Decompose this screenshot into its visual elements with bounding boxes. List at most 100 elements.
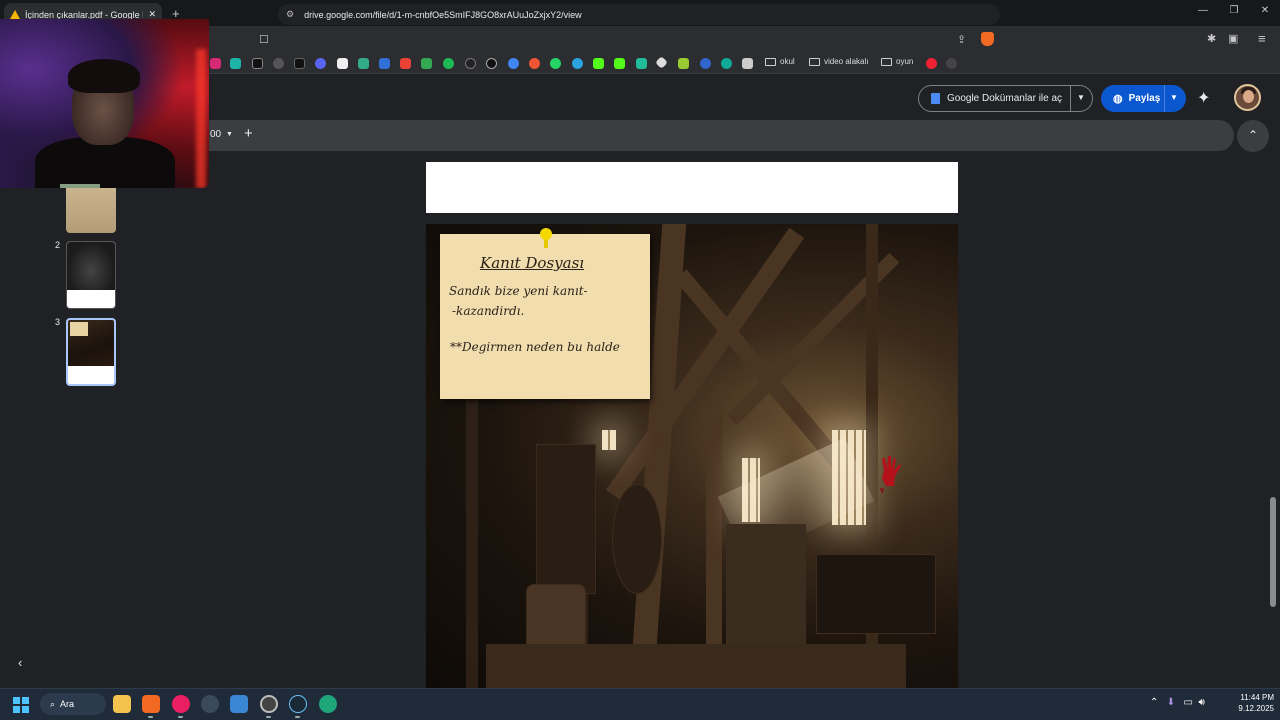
obs-icon[interactable] bbox=[260, 695, 278, 713]
avatar[interactable] bbox=[1234, 84, 1261, 111]
note-text: -kazandirdı. bbox=[452, 304, 525, 318]
bookmark-icon[interactable] bbox=[358, 58, 369, 69]
sidebar-icon[interactable]: ▣ bbox=[1228, 32, 1238, 45]
globe-icon: ◍ bbox=[1113, 93, 1123, 105]
open-with-docs-label: Google Dokümanlar ile aç bbox=[947, 93, 1063, 104]
edge-icon[interactable] bbox=[319, 695, 337, 713]
tiktok-icon[interactable] bbox=[294, 58, 305, 69]
gemini-icon[interactable]: ✦ bbox=[1197, 88, 1210, 108]
bookmark-icon[interactable] bbox=[946, 58, 957, 69]
tab-title: İçinden çıkanlar.pdf - Google Dr bbox=[25, 9, 144, 20]
photos-icon[interactable] bbox=[230, 695, 248, 713]
file-explorer-icon[interactable] bbox=[113, 695, 131, 713]
bookmark-icon[interactable] bbox=[926, 58, 937, 69]
site-info-icon[interactable]: ⚙ bbox=[286, 9, 294, 20]
github-icon[interactable] bbox=[486, 58, 497, 69]
media-player-icon[interactable] bbox=[172, 695, 190, 713]
bookmark-icon[interactable] bbox=[636, 58, 647, 69]
taskbar bbox=[0, 688, 1280, 720]
bookmark-folder-video-alakali[interactable]: video alakalı bbox=[809, 57, 868, 66]
windows-start-icon[interactable] bbox=[13, 697, 29, 713]
chevron-down-icon[interactable]: ▼ bbox=[1170, 93, 1178, 102]
menu-icon[interactable]: ≡ bbox=[1258, 31, 1266, 46]
capcut-icon[interactable] bbox=[337, 58, 348, 69]
search-icon: ⌕ bbox=[50, 698, 56, 709]
bookmark-folder-okul[interactable]: okul bbox=[765, 57, 795, 66]
thumbnail-number: 2 bbox=[55, 240, 61, 250]
bookmark-icon[interactable] bbox=[678, 58, 689, 69]
bookmark-icon[interactable] bbox=[508, 58, 519, 69]
discord-icon[interactable] bbox=[315, 58, 326, 69]
x-icon[interactable] bbox=[252, 58, 263, 69]
whatsapp-icon[interactable] bbox=[550, 58, 561, 69]
scrollbar[interactable] bbox=[1270, 497, 1276, 607]
maximize-button[interactable]: ❐ bbox=[1226, 5, 1242, 16]
folder-icon bbox=[881, 57, 892, 66]
pdf-toolbar bbox=[190, 120, 1234, 151]
bookmark-icon[interactable] bbox=[529, 58, 540, 69]
omnibox[interactable]: ⚙ drive.google.com/file/d/1-m-cnbfOe5SmI… bbox=[278, 4, 1000, 25]
page-thumbnail-1[interactable] bbox=[66, 187, 116, 233]
minimize-button[interactable]: — bbox=[1195, 5, 1211, 16]
brave-shield-icon[interactable] bbox=[981, 32, 994, 46]
taskbar-search[interactable]: ⌕ Ara bbox=[40, 693, 106, 715]
camera-app-icon[interactable] bbox=[201, 695, 219, 713]
zoom-value[interactable]: 00 bbox=[210, 129, 221, 140]
share-label: Paylaş bbox=[1128, 93, 1161, 104]
folder-icon bbox=[765, 57, 776, 66]
display-icon[interactable]: ▭ bbox=[1183, 697, 1192, 708]
clock-time: 11:44 PM bbox=[1240, 693, 1274, 702]
vpn-icon[interactable]: ⬇ bbox=[1167, 697, 1175, 708]
taskbar-clock[interactable]: 11:44 PM 9.12.2025 bbox=[1228, 692, 1274, 714]
zoom-dropdown-icon[interactable]: ▼ bbox=[226, 131, 233, 138]
thumbnail-number: 3 bbox=[55, 317, 61, 327]
google-drive-icon[interactable] bbox=[421, 58, 432, 69]
bookmark-star-icon[interactable]: ☐ bbox=[259, 33, 269, 46]
steam-icon[interactable] bbox=[289, 695, 307, 713]
bookmark-icon[interactable] bbox=[379, 58, 390, 69]
url-text[interactable]: drive.google.com/file/d/1-m-cnbfOe5SmIFJ… bbox=[304, 10, 582, 20]
clock-date: 9.12.2025 bbox=[1238, 704, 1274, 713]
bookmark-icon[interactable] bbox=[700, 58, 711, 69]
evidence-note: Kanıt Dosyası Sandık bize yeni kanıt- -k… bbox=[440, 234, 650, 399]
bookmark-icon[interactable] bbox=[721, 58, 732, 69]
active-indicator bbox=[148, 716, 153, 718]
zoom-in-button[interactable]: + bbox=[244, 125, 253, 142]
open-with-docs-button[interactable]: Google Dokümanlar ile aç ▼ bbox=[918, 85, 1093, 112]
bloody-handprint bbox=[880, 456, 901, 494]
telegram-icon[interactable] bbox=[572, 58, 583, 69]
webcam-overlay bbox=[0, 19, 209, 188]
collapse-toolbar-button[interactable]: ⌃ bbox=[1237, 120, 1269, 152]
divider bbox=[1070, 86, 1071, 111]
google-drive-icon bbox=[10, 10, 20, 19]
volume-icon[interactable]: 🔊︎ bbox=[1198, 697, 1204, 708]
bookmark-icon[interactable] bbox=[742, 58, 753, 69]
divider bbox=[1164, 85, 1165, 112]
spotify-icon[interactable] bbox=[443, 58, 454, 69]
brave-browser-icon[interactable] bbox=[142, 695, 160, 713]
chevron-up-icon: ⌃ bbox=[1247, 128, 1259, 142]
extensions-icon[interactable]: ✱ bbox=[1207, 32, 1216, 45]
folder-icon bbox=[809, 57, 820, 66]
page-thumbnail-2[interactable] bbox=[66, 241, 116, 309]
gmail-icon[interactable] bbox=[400, 58, 411, 69]
note-text: Sandık bize yeni kanıt- bbox=[449, 284, 588, 298]
bookmark-icon[interactable] bbox=[230, 58, 241, 69]
share-page-icon[interactable]: ⇪ bbox=[957, 33, 966, 46]
note-text: **Degirmen neden bu halde bbox=[450, 340, 620, 354]
instagram-icon[interactable] bbox=[210, 58, 221, 69]
chevron-up-icon[interactable]: ⌃ bbox=[1150, 697, 1158, 708]
kick-icon[interactable] bbox=[614, 58, 625, 69]
chevron-left-icon[interactable]: ‹ bbox=[18, 655, 22, 670]
bookmark-icon[interactable] bbox=[465, 58, 476, 69]
system-tray[interactable]: ⌃ ⬇ ▭ 🔊︎ bbox=[1150, 697, 1205, 708]
threads-icon[interactable] bbox=[273, 58, 284, 69]
close-window-button[interactable]: ✕ bbox=[1257, 5, 1273, 16]
kick-icon[interactable] bbox=[593, 58, 604, 69]
note-title: Kanıt Dosyası bbox=[480, 254, 585, 272]
chevron-down-icon[interactable]: ▼ bbox=[1077, 93, 1085, 102]
pdf-page-2 bbox=[426, 162, 958, 213]
page-thumbnail-3[interactable] bbox=[66, 318, 116, 386]
bookmark-folder-oyun[interactable]: oyun bbox=[881, 57, 913, 66]
share-button[interactable]: ◍ Paylaş ▼ bbox=[1101, 85, 1186, 112]
